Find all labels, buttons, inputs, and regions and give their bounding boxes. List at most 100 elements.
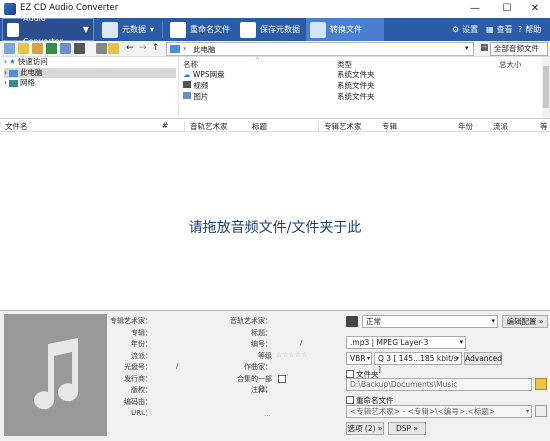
rename-files-button[interactable]: 重命名文件 — [166, 18, 234, 41]
path-label: 此电脑 — [193, 45, 216, 54]
col-album-artist[interactable]: 专辑艺术家 — [324, 121, 362, 132]
forward-icon[interactable]: → — [139, 43, 147, 53]
edit-profile-button[interactable]: 编辑配置 » — [502, 315, 548, 328]
profile-select[interactable]: 正常 ▾ — [362, 315, 498, 328]
app-icon — [4, 3, 16, 15]
col-title[interactable]: 标题 — [252, 121, 267, 132]
col-number[interactable]: # — [162, 121, 168, 130]
sort-icon: ^ — [255, 57, 261, 64]
profile-icon — [346, 316, 358, 327]
folder-up-icon[interactable] — [32, 43, 43, 54]
path-bar[interactable]: › 此电脑 ▾ — [166, 42, 474, 56]
file-name: WPS网盘 — [192, 70, 225, 79]
label-disc: 光盘号： — [124, 363, 152, 371]
folder-path-input[interactable]: D:\Backup\Documents\Music — [346, 378, 532, 391]
save-metadata-button[interactable]: 保存元数据 — [236, 18, 304, 41]
rating-stars[interactable]: ☆☆☆☆☆ — [276, 350, 307, 359]
expand-icon[interactable]: › — [4, 78, 7, 88]
compilation-checkbox[interactable] — [278, 375, 286, 383]
chevron-down-icon: ▾ — [491, 317, 495, 325]
col-year[interactable]: 年份 — [458, 121, 473, 132]
format-select[interactable]: .mp3 | MPEG Layer-3 ▾ — [346, 336, 466, 349]
col-album[interactable]: 专辑 — [382, 121, 397, 132]
label-album: 专辑： — [131, 328, 152, 337]
metadata-button[interactable]: 元数据 ▾ — [98, 18, 158, 41]
chevron-down-icon: ▼ — [82, 25, 89, 34]
track-drop-area[interactable] — [0, 132, 550, 300]
dsp-button[interactable]: DSP » — [388, 422, 426, 435]
music-note-icon — [34, 338, 79, 410]
scrollbar-thumb[interactable] — [543, 66, 549, 108]
label-year: 年份： — [131, 340, 152, 348]
help-button[interactable]: ? 帮助 — [518, 18, 541, 41]
filter-select[interactable]: 全部音频文件 — [490, 42, 548, 56]
rename-pattern-value: <专辑艺术家> - <专辑>\<编号>.<标题> — [350, 407, 496, 416]
tree-label: 快速访问 — [17, 57, 48, 66]
column-header-name[interactable]: 名称 — [183, 59, 198, 70]
folder-checkbox[interactable] — [346, 370, 354, 378]
tree-item-this-pc[interactable]: › 此电脑 — [4, 68, 176, 78]
metadata-left-fields[interactable] — [154, 316, 226, 424]
check-icon[interactable] — [46, 43, 57, 54]
convert-files-button[interactable]: 转换文件 — [306, 18, 384, 41]
view-mode-icon[interactable]: ▦ — [480, 43, 489, 53]
file-type: 系统文件夹 — [337, 81, 375, 90]
save-icon — [240, 21, 256, 38]
view-button[interactable]: ▦ 查看 — [486, 18, 513, 41]
advanced-button[interactable]: Advanced — [464, 352, 502, 365]
chevron-down-icon: ▾ — [366, 355, 370, 362]
label-genre: 流派： — [131, 351, 152, 360]
tree-item-network[interactable]: › 网络 — [4, 78, 35, 88]
settings-button[interactable]: ⚙ 设置 — [452, 18, 478, 41]
col-genre[interactable]: 流派 — [493, 121, 508, 132]
quality-select[interactable]: Q 3 [ 145...185 kbit/s ] ▾ — [374, 352, 462, 374]
col-divider — [184, 121, 185, 131]
edit-pattern-icon[interactable] — [535, 405, 547, 417]
drop-message: 请拖放音频文件/文件夹于此 — [188, 220, 362, 236]
list-item[interactable]: 图片 系统文件夹 — [183, 92, 523, 102]
mode-select[interactable]: VBR ▾ — [346, 352, 372, 365]
ribbon-divider — [162, 21, 163, 38]
label-album-artist: 专辑艺术家： — [110, 317, 152, 325]
chevron-down-icon: ▾ — [455, 355, 459, 362]
browse-folder-icon[interactable] — [535, 378, 547, 390]
close-button[interactable]: ✕ — [520, 0, 550, 18]
tree-item-quick-access[interactable]: › ★ 快速访问 — [4, 57, 48, 67]
home-icon[interactable] — [4, 43, 15, 54]
list-item[interactable]: ☁ WPS网盘 系统文件夹 — [183, 70, 523, 80]
back-icon[interactable]: ← — [126, 43, 134, 53]
rename-pattern-input[interactable]: <专辑艺术家> - <专辑>\<编号>.<标题> ▾ — [346, 405, 532, 418]
rename-checkbox[interactable] — [346, 396, 354, 404]
expand-icon[interactable]: › — [4, 57, 7, 67]
folder-icon[interactable] — [18, 43, 29, 54]
convert-files-label: 转换文件 — [330, 25, 362, 34]
list-item[interactable]: 视频 系统文件夹 — [183, 81, 523, 91]
expand-icon[interactable]: › — [4, 68, 7, 78]
rename-icon — [170, 21, 186, 38]
app-menu-button[interactable]: Audio Converter ▼ — [2, 14, 94, 46]
new-file-icon[interactable] — [96, 43, 107, 54]
picture-icon — [183, 92, 191, 99]
col-filename[interactable]: 文件名 — [5, 121, 28, 132]
up-icon[interactable]: ↑ — [152, 43, 160, 53]
minimize-button[interactable]: — — [460, 0, 490, 18]
chevron-down-icon[interactable]: ▾ — [465, 44, 469, 52]
col-track-artist[interactable]: 音轨艺术家 — [190, 121, 228, 132]
star-icon: ★ — [9, 57, 16, 66]
column-header-size[interactable]: 总大小 — [499, 59, 522, 70]
maximize-button[interactable]: ☐ — [492, 0, 522, 18]
view-label: 查看 — [496, 24, 513, 34]
tree-label: 此电脑 — [20, 68, 43, 77]
column-header-type[interactable]: 类型 — [337, 59, 352, 70]
options-button[interactable]: 选项 (2) » — [346, 422, 384, 435]
label-track-artist: 音轨艺术家： — [230, 317, 272, 325]
chevron-down-icon: ▾ — [459, 338, 463, 346]
filter-value: 全部音频文件 — [494, 44, 539, 53]
quality-value: Q 3 [ 145...185 kbit/s ] — [378, 354, 458, 374]
convert-icon — [310, 21, 326, 38]
select-icon[interactable] — [60, 43, 71, 54]
playlist-icon[interactable] — [74, 43, 85, 54]
album-art[interactable] — [4, 314, 107, 436]
star-icon: ☆ — [301, 351, 308, 359]
new-folder-icon[interactable] — [108, 43, 119, 54]
